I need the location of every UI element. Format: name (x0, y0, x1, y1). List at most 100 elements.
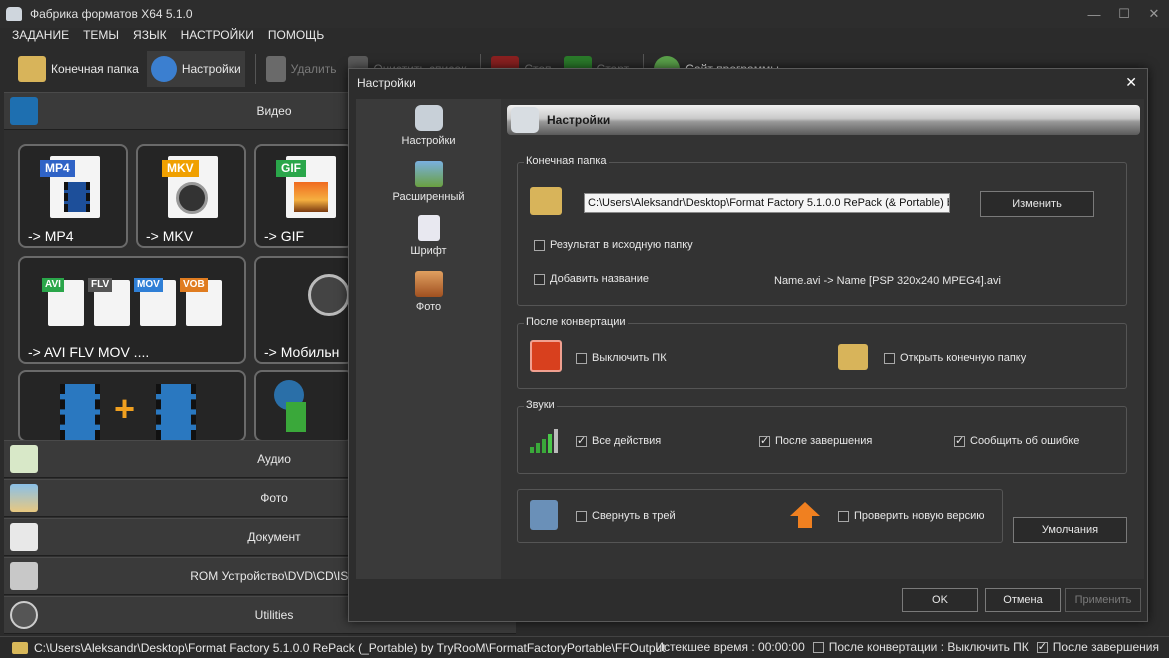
dialog-title: Настройки (357, 76, 416, 90)
font-icon (417, 215, 440, 241)
output-path-input[interactable]: C:\Users\Aleksandr\Desktop\Format Factor… (584, 193, 950, 213)
nav-photo[interactable]: Фото (356, 271, 501, 313)
minimize-to-tray-checkbox[interactable] (576, 510, 587, 522)
close-window-button[interactable]: ✕ (1139, 0, 1169, 28)
shutdown-checkbox[interactable] (576, 352, 587, 364)
delete-icon (265, 56, 286, 82)
plus-icon: + (114, 388, 136, 429)
format-tag: FLV (88, 278, 113, 292)
after-conversion-label: После конвертации : Выключить ПК (828, 640, 1029, 654)
output-path[interactable]: C:\Users\Aleksandr\Desktop\Format Factor… (34, 641, 666, 655)
folder-icon (838, 344, 868, 370)
tile-avi-flv-mov[interactable]: AVI FLV MOV VOB -> AVI FLV MOV .... (18, 256, 246, 364)
update-arrow-icon (790, 502, 820, 516)
misc-group: Свернуть в трей Проверить новую версию (517, 489, 1003, 543)
window-controls: — ☐ ✕ (1079, 0, 1169, 28)
all-actions-checkbox[interactable] (576, 434, 587, 447)
format-tag: MKV (162, 160, 199, 177)
film-icon (64, 182, 90, 212)
settings-icon (414, 105, 443, 131)
format-tag: MP4 (40, 160, 75, 177)
group-label: Конечная папка (524, 155, 609, 167)
add-name-checkbox[interactable] (534, 273, 545, 285)
apply-button[interactable]: Применить (1065, 588, 1141, 612)
group-label: Звуки (524, 399, 557, 411)
open-folder-checkbox[interactable] (884, 352, 895, 364)
content-header: Настройки (507, 105, 1140, 135)
menu-language[interactable]: ЯЗЫК (133, 28, 167, 46)
tile-label: -> AVI FLV MOV .... (28, 344, 150, 360)
power-icon (530, 340, 562, 372)
change-folder-button[interactable]: Изменить (980, 191, 1094, 217)
menu-settings[interactable]: НАСТРОЙКИ (181, 28, 254, 46)
menu-task[interactable]: ЗАДАНИЕ (12, 28, 69, 46)
report-error-option[interactable]: Сообщить об ошибке (954, 434, 1079, 447)
toolbar-separator (254, 54, 256, 84)
output-folder-group: Конечная папка C:\Users\Aleksandr\Deskto… (517, 155, 1127, 306)
settings-button[interactable]: Настройки (146, 51, 245, 87)
report-error-checkbox[interactable] (954, 434, 965, 447)
cancel-button[interactable]: Отмена (985, 588, 1061, 612)
tile-gif[interactable]: GIF -> GIF (254, 144, 354, 248)
output-folder-button[interactable]: Конечная папка (14, 51, 143, 87)
after-finish-sound-checkbox[interactable] (759, 434, 770, 447)
add-name-option[interactable]: Добавить название (534, 273, 649, 285)
shutdown-option[interactable]: Выключить ПК (576, 352, 667, 364)
title-bar: Фабрика форматов X64 5.1.0 — ☐ ✕ (0, 0, 1169, 28)
settings-icon (511, 107, 539, 133)
tile-joiner[interactable]: + (18, 370, 246, 442)
nav-settings[interactable]: Настройки (356, 105, 501, 147)
gear-icon (150, 56, 177, 82)
format-tag: VOB (180, 278, 208, 292)
sounds-group: Звуки Все действия После завершения Сооб… (517, 399, 1127, 474)
folder-icon (18, 56, 46, 82)
film-icon (60, 384, 100, 440)
check-version-option[interactable]: Проверить новую версию (838, 510, 985, 522)
tray-icon (530, 500, 558, 530)
ok-button[interactable]: OK (902, 588, 978, 612)
content-title: Настройки (547, 113, 611, 127)
tile-mux[interactable] (254, 370, 354, 442)
tile-label: -> Мобильн (264, 344, 340, 360)
film-cut-icon (156, 384, 196, 440)
status-right: Истекшее время : 00:00:00 После конверта… (655, 640, 1159, 655)
after-finish-sound-option[interactable]: После завершения (759, 434, 872, 447)
check-version-checkbox[interactable] (838, 510, 849, 522)
after-conversion-group: После конвертации Выключить ПК Открыть к… (517, 316, 1127, 389)
after-finish-label: После завершения (1052, 640, 1159, 654)
menu-bar: ЗАДАНИЕ ТЕМЫ ЯЗЫК НАСТРОЙКИ ПОМОЩЬ (0, 28, 338, 46)
after-conversion-checkbox[interactable] (812, 641, 824, 653)
after-finish-checkbox[interactable] (1036, 640, 1048, 653)
tile-mobile[interactable]: -> Мобильн (254, 256, 354, 364)
delete-button[interactable]: Удалить (262, 51, 341, 87)
window-title: Фабрика форматов X64 5.1.0 (30, 7, 193, 21)
tile-mp4[interactable]: MP4 -> MP4 (18, 144, 128, 248)
maximize-button[interactable]: ☐ (1109, 0, 1139, 28)
folder-icon (530, 187, 562, 215)
menu-help[interactable]: ПОМОЩЬ (268, 28, 324, 46)
result-in-source-option[interactable]: Результат в исходную папку (534, 239, 693, 251)
elapsed-time: Истекшее время : 00:00:00 (655, 640, 805, 654)
tile-mkv[interactable]: MKV -> MKV (136, 144, 246, 248)
reel-icon (308, 274, 350, 316)
minimize-to-tray-option[interactable]: Свернуть в трей (576, 510, 676, 522)
dialog-content: Настройки Конечная папка C:\Users\Aleksa… (501, 99, 1144, 579)
all-actions-option[interactable]: Все действия (576, 434, 661, 447)
settings-dialog: Настройки ✕ Настройки Расширенный Шрифт … (348, 68, 1148, 622)
update-arrow-stem (798, 516, 812, 528)
minimize-button[interactable]: — (1079, 0, 1109, 28)
folder-icon (12, 641, 28, 654)
nav-advanced[interactable]: Расширенный (356, 161, 501, 203)
defaults-button[interactable]: Умолчания (1013, 517, 1127, 543)
tile-label: -> MP4 (28, 228, 74, 244)
picture-icon (414, 161, 443, 187)
result-in-source-checkbox[interactable] (534, 239, 545, 251)
open-folder-option[interactable]: Открыть конечную папку (884, 352, 1026, 364)
nav-font[interactable]: Шрифт (356, 215, 501, 257)
dialog-close-button[interactable]: ✕ (1125, 74, 1137, 91)
menu-themes[interactable]: ТЕМЫ (83, 28, 119, 46)
app-icon (6, 7, 22, 21)
status-bar: C:\Users\Aleksandr\Desktop\Format Factor… (0, 636, 1169, 658)
format-tag: MOV (134, 278, 163, 292)
volume-icon (530, 427, 562, 453)
